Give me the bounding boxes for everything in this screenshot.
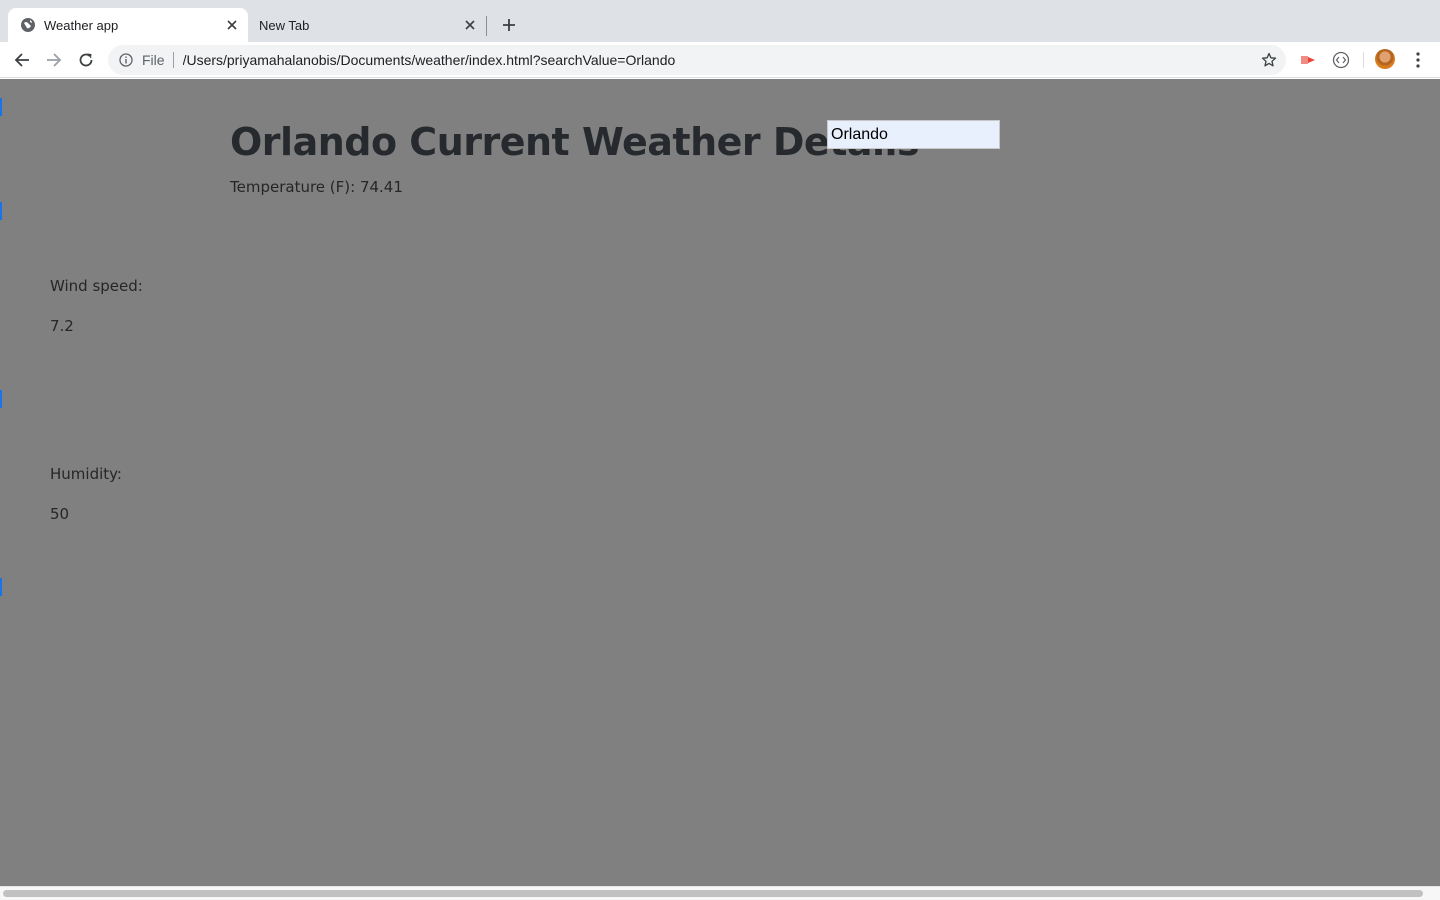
humidity-value: 50 — [50, 505, 70, 523]
wind-speed-label: Wind speed: — [50, 277, 143, 295]
url-text[interactable]: /Users/priyamahalanobis/Documents/weathe… — [183, 52, 1257, 68]
tab-strip: Weather app New Tab — [0, 0, 1440, 42]
tab-title: Weather app — [44, 17, 119, 33]
new-tab-button[interactable] — [498, 14, 520, 36]
address-bar[interactable]: File /Users/priyamahalanobis/Documents/w… — [108, 45, 1286, 75]
focus-marker — [0, 578, 2, 596]
focus-marker — [0, 202, 2, 220]
close-tab-icon[interactable] — [460, 15, 480, 35]
city-search-input[interactable] — [827, 120, 1000, 149]
horizontal-scrollbar[interactable] — [0, 886, 1440, 900]
arrow-left-icon — [14, 53, 29, 67]
reload-icon — [79, 53, 93, 67]
humidity-label: Humidity: — [50, 465, 122, 483]
cast-extension-icon[interactable] — [1298, 50, 1318, 70]
url-scheme: File — [142, 52, 165, 68]
close-tab-icon[interactable] — [222, 15, 242, 35]
code-extension-icon[interactable] — [1331, 50, 1351, 70]
weather-page: Orlando Current Weather Details Temperat… — [0, 79, 1440, 886]
reload-button[interactable] — [74, 48, 98, 72]
arrow-right-icon — [47, 53, 62, 67]
wind-speed-value: 7.2 — [50, 317, 74, 335]
star-icon[interactable] — [1257, 48, 1281, 72]
forward-button[interactable] — [42, 48, 66, 72]
page-title: Orlando Current Weather Details — [230, 120, 920, 164]
back-button[interactable] — [10, 48, 34, 72]
toolbar-separator — [1363, 52, 1364, 68]
kebab-menu-icon[interactable] — [1408, 48, 1428, 72]
browser-toolbar: File /Users/priyamahalanobis/Documents/w… — [0, 42, 1440, 78]
temperature-text: Temperature (F): 74.41 — [230, 178, 403, 196]
globe-icon — [20, 17, 36, 33]
tab-weather-app[interactable]: Weather app — [8, 8, 248, 42]
focus-marker — [0, 390, 2, 408]
scrollbar-thumb[interactable] — [3, 890, 1423, 897]
profile-avatar[interactable] — [1375, 49, 1395, 69]
info-icon[interactable] — [118, 52, 134, 68]
omnibox-divider — [172, 52, 174, 68]
tab-separator — [486, 16, 487, 36]
tab-title: New Tab — [259, 17, 310, 33]
focus-marker — [0, 98, 2, 116]
tab-new-tab[interactable]: New Tab — [248, 8, 486, 42]
